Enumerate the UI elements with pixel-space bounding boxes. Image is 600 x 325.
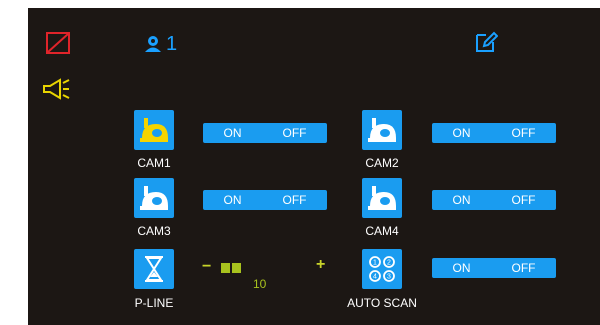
cam1-toggle[interactable]: ON OFF <box>203 123 327 143</box>
cam3-on[interactable]: ON <box>224 193 242 207</box>
cam1-on[interactable]: ON <box>224 126 242 140</box>
pline-level-bar <box>221 263 230 273</box>
user-icon <box>145 36 161 52</box>
cam3-button[interactable] <box>134 178 174 218</box>
user-count: 1 <box>166 32 178 55</box>
cam4-off[interactable]: OFF <box>512 193 536 207</box>
active-user-indicator: 1 <box>144 33 177 55</box>
speaker-icon[interactable] <box>42 78 70 100</box>
cam1-label: CAM1 <box>137 156 171 170</box>
cam3-toggle[interactable]: ON OFF <box>203 190 327 210</box>
cam2-on[interactable]: ON <box>453 126 471 140</box>
autoscan-toggle[interactable]: ON OFF <box>432 258 556 278</box>
cam2-toggle[interactable]: ON OFF <box>432 123 556 143</box>
edit-icon[interactable] <box>474 30 498 54</box>
cam2-label: CAM2 <box>365 156 399 170</box>
pline-label: P-LINE <box>134 296 174 310</box>
pline-decrease-button[interactable]: − <box>202 258 211 276</box>
autoscan-button[interactable]: 1 2 4 3 <box>362 249 402 289</box>
pline-level-bar <box>232 263 241 273</box>
cam3-off[interactable]: OFF <box>283 193 307 207</box>
svg-text:1: 1 <box>373 260 377 267</box>
autoscan-on[interactable]: ON <box>453 261 471 275</box>
cam2-off[interactable]: OFF <box>512 126 536 140</box>
cam2-button[interactable] <box>362 110 402 150</box>
dome-camera-icon <box>140 118 168 142</box>
autoscan-label: AUTO SCAN <box>347 296 417 310</box>
pline-level-value: 10 <box>253 277 267 291</box>
recording-disabled-icon[interactable] <box>46 32 70 54</box>
cam1-off[interactable]: OFF <box>283 126 307 140</box>
camera-cycle-icon: 1 2 4 3 <box>369 256 395 282</box>
cam4-on[interactable]: ON <box>453 193 471 207</box>
cam4-toggle[interactable]: ON OFF <box>432 190 556 210</box>
cam3-label: CAM3 <box>137 224 171 238</box>
dome-camera-icon <box>368 118 396 142</box>
cam1-button[interactable] <box>134 110 174 150</box>
hourglass-icon <box>145 256 163 282</box>
dome-camera-icon <box>368 186 396 210</box>
svg-text:2: 2 <box>387 260 391 267</box>
intercom-screen: 1 CAM1 ON OFF CAM2 ON OFF CAM3 ON OFF CA… <box>28 8 600 325</box>
cam4-label: CAM4 <box>365 224 399 238</box>
dome-camera-icon <box>140 186 168 210</box>
pline-increase-button[interactable]: + <box>316 256 325 274</box>
pline-button[interactable] <box>134 249 174 289</box>
cam4-button[interactable] <box>362 178 402 218</box>
svg-text:3: 3 <box>387 274 391 281</box>
autoscan-off[interactable]: OFF <box>512 261 536 275</box>
svg-text:4: 4 <box>373 274 377 281</box>
